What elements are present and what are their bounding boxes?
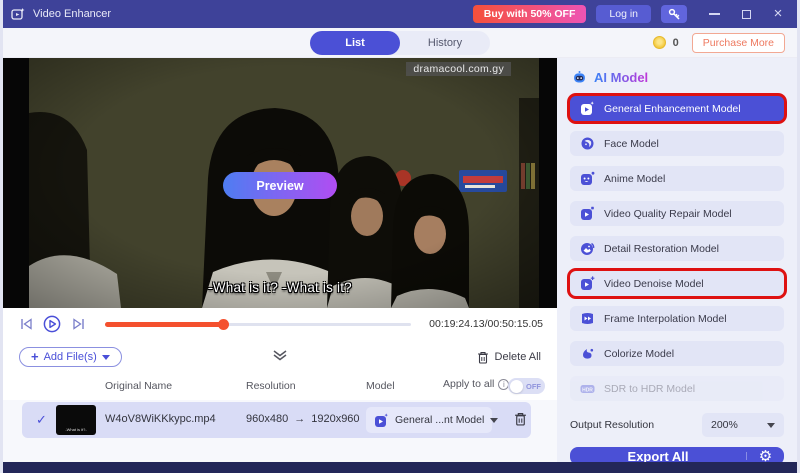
title-bar: Video Enhancer Buy with 50% OFF Log in ×	[3, 0, 797, 28]
playback-controls: 00:19:24.13/00:50:15.05	[3, 308, 557, 340]
player-panel: dramacool.com.gy Preview -What is it? -W…	[3, 58, 557, 462]
svg-text:HDR: HDR	[582, 387, 593, 393]
purchase-more-button[interactable]: Purchase More	[692, 33, 785, 53]
collapse-panel-button[interactable]	[271, 348, 289, 366]
ai-model-title: AI Model	[594, 70, 648, 85]
credits-count: 0	[673, 37, 679, 49]
column-resolution: Resolution	[246, 380, 296, 392]
file-toolbar: + Add File(s) Delete All	[3, 340, 557, 374]
coin-icon	[653, 36, 666, 49]
play-square-icon	[374, 413, 389, 428]
next-frame-button[interactable]	[69, 315, 87, 333]
table-row[interactable]: ✓ -What is it?- W4oV8WiKKkypc.mp4 960x48…	[22, 402, 531, 438]
key-icon	[668, 8, 681, 21]
app-logo-icon	[11, 7, 26, 22]
video-thumbnail: -What is it?-	[56, 405, 96, 435]
model-frame-interpolation[interactable]: Frame Interpolation Model	[570, 306, 784, 331]
column-original-name: Original Name	[105, 380, 172, 392]
toggle-knob	[510, 380, 523, 393]
time-display: 00:19:24.13/00:50:15.05	[429, 318, 543, 330]
previous-frame-icon	[20, 318, 33, 330]
chevron-down-icon	[767, 423, 775, 428]
close-button[interactable]: ×	[769, 5, 787, 23]
double-chevron-down-icon	[271, 350, 289, 361]
maximize-button[interactable]	[737, 5, 755, 23]
model-face[interactable]: Face Model	[570, 131, 784, 156]
play-repair-icon	[580, 206, 595, 221]
ai-model-header: AI Model	[572, 70, 784, 85]
trash-icon	[477, 351, 489, 364]
trash-icon	[514, 412, 527, 426]
maximize-icon	[742, 10, 751, 19]
next-frame-icon	[72, 318, 85, 330]
output-resolution-row: Output Resolution 200%	[570, 413, 784, 437]
tab-list[interactable]: List	[310, 31, 400, 55]
login-button[interactable]: Log in	[596, 5, 651, 23]
video-watermark: dramacool.com.gy	[406, 62, 511, 76]
app-title: Video Enhancer	[33, 8, 111, 20]
apply-to-all-label: Apply to all	[443, 378, 494, 390]
model-video-denoise[interactable]: Video Denoise Model	[570, 271, 784, 296]
ai-model-panel: AI Model General Enhancement Model Face …	[557, 58, 797, 462]
chevron-down-icon	[490, 418, 498, 423]
buy-offer-button[interactable]: Buy with 50% OFF	[473, 5, 587, 23]
model-colorize[interactable]: Colorize Model	[570, 341, 784, 366]
face-icon	[580, 136, 595, 151]
window-bottom-border	[3, 462, 797, 473]
minimize-icon	[709, 13, 720, 15]
anime-smile-icon	[580, 171, 595, 186]
delete-all-button[interactable]: Delete All	[477, 351, 541, 364]
arrow-right-icon: →	[294, 413, 305, 425]
row-model-dropdown[interactable]: General ...nt Model	[366, 407, 492, 433]
paint-drop-icon	[580, 346, 595, 361]
play-icon	[43, 315, 61, 333]
file-name: W4oV8WiKKkypc.mp4	[105, 413, 216, 425]
preview-button[interactable]: Preview	[223, 172, 337, 199]
output-resolution-label: Output Resolution	[570, 419, 654, 431]
register-key-button[interactable]	[661, 5, 687, 23]
seek-handle[interactable]	[218, 319, 229, 330]
resolution-cell: 960x480 → 1920x960	[246, 413, 360, 425]
video-preview: dramacool.com.gy Preview -What is it? -W…	[3, 58, 557, 308]
video-subtitle: -What is it? -What is it?	[3, 280, 557, 295]
detail-photo-icon	[580, 241, 595, 256]
output-resolution-value: 200%	[711, 419, 738, 431]
output-resolution-dropdown[interactable]: 200%	[702, 413, 784, 437]
row-model-value: General ...nt Model	[395, 414, 484, 426]
toggle-state: OFF	[526, 382, 541, 391]
row-delete-button[interactable]	[514, 412, 527, 431]
model-sdr-to-hdr: HDR SDR to HDR Model	[570, 376, 784, 401]
model-video-quality-repair[interactable]: Video Quality Repair Model	[570, 201, 784, 226]
plus-icon: +	[31, 352, 39, 362]
model-detail-restoration[interactable]: Detail Restoration Model	[570, 236, 784, 261]
tab-bar: List History 0 Purchase More	[3, 28, 797, 58]
seek-bar[interactable]	[105, 318, 411, 330]
chevron-down-icon	[102, 355, 110, 360]
queue-table-header: Original Name Resolution Model Apply to …	[3, 374, 557, 400]
model-general-enhancement[interactable]: General Enhancement Model	[570, 96, 784, 121]
play-sparkle-icon	[580, 101, 595, 116]
progress-fill	[105, 322, 224, 327]
previous-frame-button[interactable]	[17, 315, 35, 333]
hdr-badge-icon: HDR	[580, 381, 595, 396]
view-tabs: List History	[310, 31, 490, 55]
selected-check-icon[interactable]: ✓	[36, 412, 47, 428]
add-files-button[interactable]: + Add File(s)	[19, 347, 122, 367]
tab-history[interactable]: History	[400, 31, 490, 55]
column-model: Model	[366, 380, 395, 392]
close-icon: ×	[774, 9, 783, 19]
play-plus-icon	[580, 276, 595, 291]
robot-icon	[572, 70, 587, 85]
app-window: Video Enhancer Buy with 50% OFF Log in ×…	[0, 0, 800, 473]
play-button[interactable]	[43, 315, 61, 333]
minimize-button[interactable]	[705, 5, 723, 23]
apply-to-all-toggle[interactable]: OFF	[508, 378, 545, 394]
queue-list: ✓ -What is it?- W4oV8WiKKkypc.mp4 960x48…	[3, 400, 557, 462]
fast-forward-icon	[580, 311, 595, 326]
model-anime[interactable]: Anime Model	[570, 166, 784, 191]
